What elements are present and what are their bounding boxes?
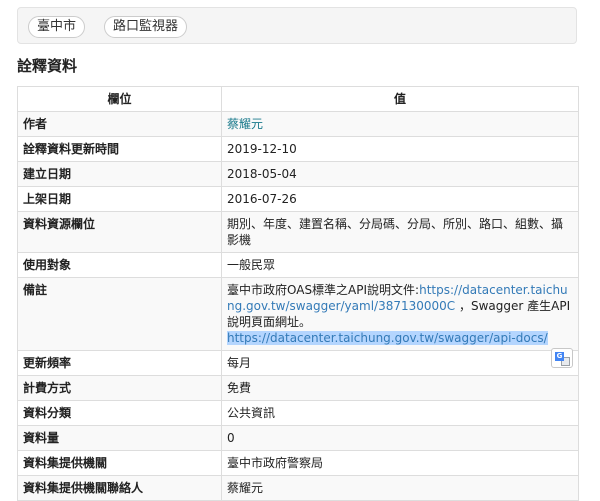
field-value: 蔡耀元 xyxy=(221,111,579,137)
field-label: 使用對象 xyxy=(17,252,222,278)
table-row: 作者 蔡耀元 xyxy=(17,111,579,137)
field-value: 每月 xyxy=(221,350,579,376)
table-row: 資料資源欄位 期別、年度、建置名稱、分局碼、分局、所別、路口、組數、攝影機 xyxy=(17,211,579,253)
table-row: 更新頻率 每月 xyxy=(17,350,579,376)
table-row: 資料量 0 xyxy=(17,425,579,451)
author-link[interactable]: 蔡耀元 xyxy=(227,117,263,131)
table-row: 資料集提供機關 臺中市政府警察局 xyxy=(17,450,579,476)
table-row: 計費方式 免費 xyxy=(17,375,579,401)
field-value: 2019-12-10 xyxy=(221,136,579,162)
field-label: 資料量 xyxy=(17,425,222,451)
field-value: 公共資訊 xyxy=(221,400,579,426)
google-translate-icon[interactable]: G xyxy=(551,348,573,368)
note-text-before: 臺中市政府OAS標準之API說明文件: xyxy=(227,283,420,297)
field-label: 上架日期 xyxy=(17,186,222,212)
field-value: 期別、年度、建置名稱、分局碼、分局、所別、路口、組數、攝影機 xyxy=(221,211,579,253)
swagger-api-docs-link[interactable]: https://datacenter.taichung.gov.tw/swagg… xyxy=(227,331,548,345)
header-value: 值 xyxy=(221,86,579,112)
field-value: 0 xyxy=(221,425,579,451)
field-label: 資料集提供機關 xyxy=(17,450,222,476)
field-label: 備註 xyxy=(17,277,222,351)
table-row: 使用對象 一般民眾 xyxy=(17,252,579,278)
metadata-table: 欄位 值 作者 蔡耀元 詮釋資料更新時間 2019-12-10 建立日期 201… xyxy=(17,86,579,501)
field-label: 資料資源欄位 xyxy=(17,211,222,253)
table-row: 詮釋資料更新時間 2019-12-10 xyxy=(17,136,579,162)
field-value: 2016-07-26 xyxy=(221,186,579,212)
translate-icon-front: G xyxy=(555,352,564,361)
field-value: 2018-05-04 xyxy=(221,161,579,187)
table-row: 建立日期 2018-05-04 xyxy=(17,161,579,187)
table-row: 資料分類 公共資訊 xyxy=(17,400,579,426)
field-label: 詮釋資料更新時間 xyxy=(17,136,222,162)
table-header-row: 欄位 值 xyxy=(17,86,579,112)
section-title: 詮釋資料 xyxy=(17,57,78,75)
table-row: 上架日期 2016-07-26 xyxy=(17,186,579,212)
table-row: 備註 臺中市政府OAS標準之API說明文件: https://datacenter… xyxy=(17,277,579,351)
note-value: 臺中市政府OAS標準之API說明文件: https://datacenter.ta… xyxy=(221,277,579,351)
tag-intersection-cameras[interactable]: 路口監視器 xyxy=(104,16,188,38)
field-value: 臺中市政府警察局 xyxy=(221,450,579,476)
header-field: 欄位 xyxy=(17,86,222,112)
tag-taichung[interactable]: 臺中市 xyxy=(28,16,86,38)
field-label: 計費方式 xyxy=(17,375,222,401)
field-label: 作者 xyxy=(17,111,222,137)
field-value: 免費 xyxy=(221,375,579,401)
tag-panel: 臺中市 路口監視器 xyxy=(17,7,577,44)
field-label: 更新頻率 xyxy=(17,350,222,376)
field-value: 一般民眾 xyxy=(221,252,579,278)
field-label: 建立日期 xyxy=(17,161,222,187)
field-label: 資料分類 xyxy=(17,400,222,426)
